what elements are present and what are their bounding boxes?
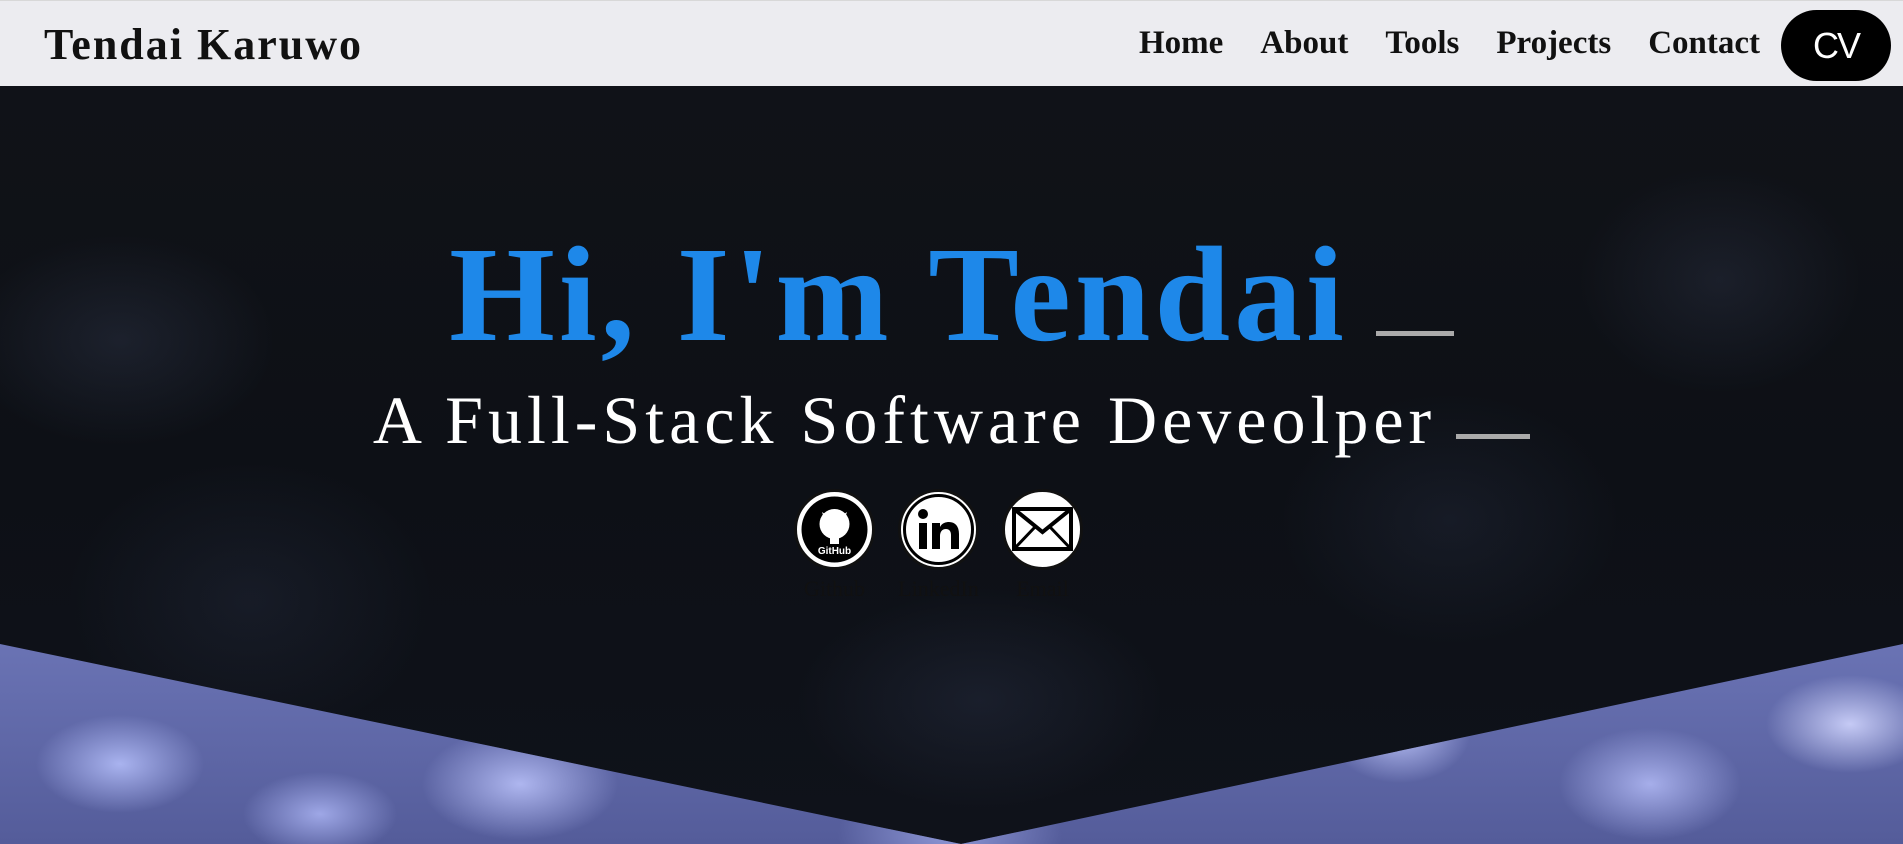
nav-link-tools[interactable]: Tools — [1385, 25, 1459, 62]
navbar: Tendai Karuwo Home About Tools Projects … — [0, 0, 1903, 86]
nav-link-about[interactable]: About — [1260, 25, 1348, 62]
hero-title: Hi, I'm Tendai — [0, 222, 1903, 368]
github-badge: GitHub — [818, 546, 851, 557]
typing-cursor — [1375, 331, 1454, 336]
hero-subtitle: A Full-Stack Software Deveolper — [0, 380, 1903, 460]
cv-download-button[interactable]: CV — [1781, 10, 1891, 81]
social-link-linkedin[interactable]: LinkedIn — [898, 489, 979, 602]
social-label-email: Email — [1016, 576, 1069, 601]
social-link-github[interactable]: GitHub Github — [794, 489, 875, 602]
nav-links: Home About Tools Projects Contact — [1139, 25, 1760, 62]
site-brand[interactable]: Tendai Karuwo — [44, 19, 363, 70]
cv-button-label: CV — [1812, 24, 1861, 66]
github-icon[interactable]: GitHub — [794, 489, 875, 570]
email-icon[interactable] — [1002, 489, 1083, 570]
linkedin-icon[interactable] — [898, 489, 979, 570]
nav-link-home[interactable]: Home — [1139, 25, 1223, 62]
social-label-github: Github — [803, 576, 866, 601]
social-link-email[interactable]: Email — [1002, 489, 1083, 602]
nav-link-contact[interactable]: Contact — [1648, 25, 1760, 62]
hero-subtitle-text: A Full-Stack Software Deveolper — [372, 382, 1437, 458]
social-links: GitHub Github LinkedIn Email — [794, 489, 1083, 602]
hero-title-text: Hi, I'm Tendai — [449, 220, 1348, 370]
typing-cursor-subtitle — [1456, 434, 1531, 439]
social-label-linkedin: LinkedIn — [898, 576, 979, 601]
nav-link-projects[interactable]: Projects — [1496, 25, 1611, 62]
